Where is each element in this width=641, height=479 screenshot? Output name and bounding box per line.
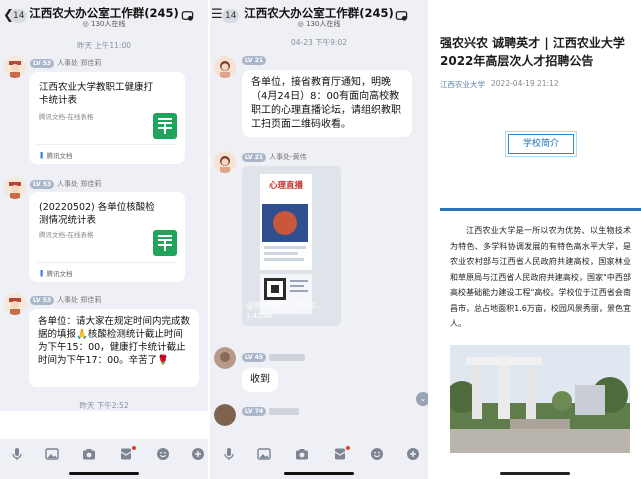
blurred-name [269,407,300,415]
sender-meta: LV 21 人事处-黄伟 [242,152,307,162]
online-count: ◎ 130人在线 [82,20,126,28]
group-settings-icon[interactable] [181,9,194,22]
avatar[interactable] [214,404,236,426]
message-bubble[interactable]: 各单位，接省教育厅通知，明晚（4月24日）8：00有面向高校教职工的心理直播论坛… [242,70,412,137]
avatar[interactable] [4,56,26,78]
doc-source: 腾讯文档-在线表格 [39,231,94,239]
message-bubble[interactable]: 各单位：请大家在规定时间内完成数据的填报🙏核酸检测统计截止时间为下午15：00，… [29,309,199,387]
image-icon[interactable] [257,447,271,461]
camera-icon[interactable] [295,447,309,461]
chat-toolbar [210,439,428,479]
section-label: 学校简介 [508,134,574,154]
article-content-box: 江西农业大学是一所以农为优势、以生物技术为特色、多学科协调发展的有特色高水平大学… [440,208,641,479]
camera-icon[interactable] [82,447,96,461]
emoji-icon[interactable] [156,447,170,461]
timestamp: 昨天 上午11:00 [77,41,131,50]
voice-icon[interactable] [10,447,24,461]
home-indicator [284,472,354,475]
blurred-name [269,353,306,361]
sender-meta: LV 53 人事处 郑佳莉 [30,179,101,189]
article-date: 2022-04-19 21:12 [491,79,559,88]
sender-meta: LV 53 人事处 郑佳莉 [30,58,101,68]
poster-image[interactable]: 心理直播 @高校教职工-4月24... 1.42MB [242,166,341,326]
file-caption: @高校教职工-4月24... [246,301,323,310]
plus-icon[interactable] [406,447,420,461]
article-meta: 江西农业大学 2022-04-19 21:12 [440,79,559,90]
home-indicator [69,472,139,475]
avatar[interactable] [4,177,26,199]
message-bubble[interactable]: 收到 [242,368,278,392]
doc-brand: ❚ 腾讯文档 [39,269,73,278]
doc-title: (20220502) 各单位核酸检测情况统计表 [39,202,155,226]
file-size: 1.42MB [246,312,273,320]
article-panel: 强农兴农 诚聘英才 | 江西农业大学2022年高层次人才招聘公告 江西农业大学 … [430,0,641,479]
avatar[interactable] [214,56,236,78]
group-settings-icon[interactable] [395,9,408,22]
campus-photo [450,345,630,453]
doc-source: 腾讯文档-在线表格 [39,113,94,121]
sender-meta: LV 74 [242,406,300,416]
input-area[interactable] [0,411,208,441]
avatar[interactable] [214,151,236,173]
home-indicator [500,472,570,475]
doc-title: 江西农业大学教职工健康打卡统计表 [39,82,154,106]
notification-dot [346,446,350,450]
chat-header: ❮ 14 江西农大办公室工作群(245) ◎ 130人在线 [0,0,208,32]
article-source[interactable]: 江西农业大学 [440,79,485,90]
sender-meta: LV 21 [242,55,267,65]
chat-panel-left: ❮ 14 江西农大办公室工作群(245) ◎ 130人在线 昨天 上午11:00… [0,0,208,479]
article-body: 江西农业大学是一所以农为优势、以生物技术为特色、多学科协调发展的有特色高水平大学… [450,226,631,328]
notification-dot [132,446,136,450]
doc-brand: ❚ 腾讯文档 [39,151,73,160]
timestamp: 昨天 下午2:52 [79,401,129,410]
sender-meta: LV 53 人事处 郑佳莉 [30,295,101,305]
plus-icon[interactable] [191,447,205,461]
avatar[interactable] [4,293,26,315]
doc-card[interactable]: (20220502) 各单位核酸检测情况统计表 腾讯文档-在线表格 ❚ 腾讯文档 [29,192,185,282]
article-title: 强农兴农 诚聘英才 | 江西农业大学2022年高层次人才招聘公告 [440,36,625,68]
spreadsheet-icon [153,113,177,139]
spreadsheet-icon [153,230,177,256]
chat-header: ☰ 14 江西农大办公室工作群(245) ◎ 130人在线 [210,0,428,32]
red-packet-icon[interactable] [333,447,347,461]
red-packet-icon[interactable] [119,447,133,461]
chat-panel-middle: ☰ 14 江西农大办公室工作群(245) ◎ 130人在线 04-23 下午9:… [210,0,428,479]
emoji-icon[interactable] [370,447,384,461]
poster-heading: 心理直播 [268,181,303,191]
tencent-docs-icon: ❚ [39,269,45,277]
sender-meta: LV 45 [242,352,306,362]
section-header: 学校简介 [505,131,577,157]
avatar[interactable] [214,347,236,369]
chat-toolbar [0,439,208,479]
voice-icon[interactable] [222,447,236,461]
doc-card[interactable]: 江西农业大学教职工健康打卡统计表 腾讯文档-在线表格 ❚ 腾讯文档 [29,72,185,164]
image-icon[interactable] [45,447,59,461]
timestamp: 04-23 下午9:02 [290,38,348,47]
scroll-down-icon[interactable]: ⌄ [416,392,428,406]
tencent-docs-icon: ❚ [39,151,45,159]
